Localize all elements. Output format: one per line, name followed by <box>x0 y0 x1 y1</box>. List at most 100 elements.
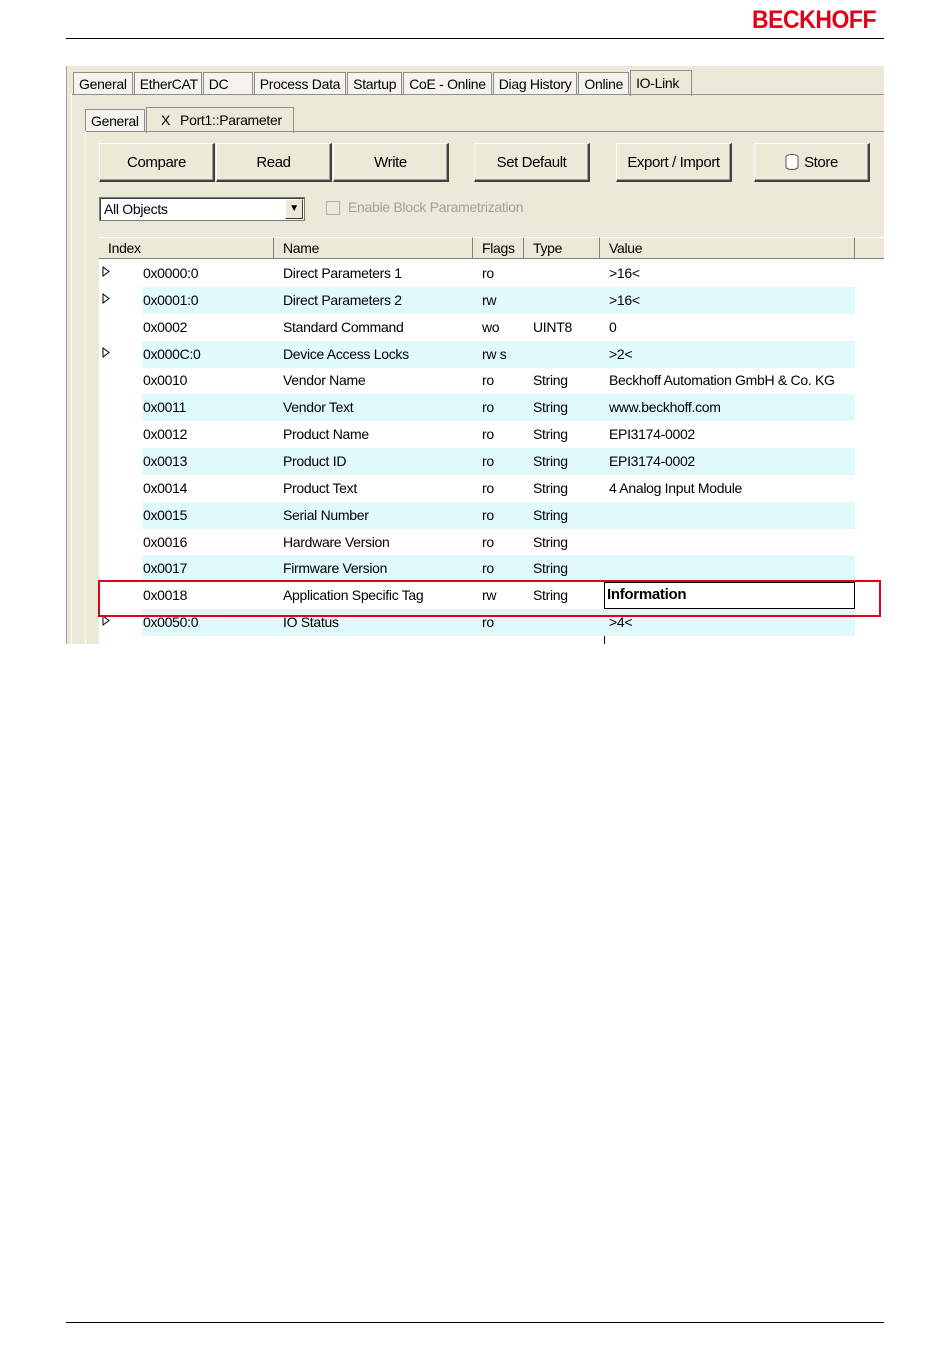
read-button[interactable]: Read <box>216 143 332 182</box>
cell-name: Direct Parameters 1 <box>283 265 402 281</box>
cell-index: 0x0014 <box>143 479 188 496</box>
compare-button-label: Compare <box>127 153 186 171</box>
expand-arrow-icon[interactable] <box>102 346 110 358</box>
cell-flags: ro <box>482 506 494 523</box>
close-tab-icon[interactable]: X <box>161 112 170 128</box>
expand-arrow-icon[interactable] <box>102 292 110 304</box>
cell-name: Firmware Version <box>283 560 388 577</box>
cell-index: 0x0017 <box>143 560 188 577</box>
cell-flags: ro <box>482 452 494 469</box>
cell-flags: ro <box>482 372 494 389</box>
cell-value: 4 Analog Input Module <box>609 479 743 496</box>
cell-index: 0x0013 <box>143 452 188 469</box>
row-band <box>142 501 855 529</box>
table-row[interactable]: 0x0014 Product Text ro String 4 Analog Input… <box>99 475 884 502</box>
chevron-down-icon[interactable]: ▼ <box>285 199 303 219</box>
cell-type: String <box>533 533 568 550</box>
tab-online[interactable]: Online <box>578 72 630 95</box>
tab-general[interactable]: General <box>73 72 133 95</box>
outer-tab-strip: General EtherCAT DC Process Data Startup… <box>73 69 693 96</box>
tab-io-link[interactable]: IO-Link <box>630 70 693 96</box>
compare-button[interactable]: Compare <box>99 143 215 182</box>
cell-name: Product Text <box>283 479 357 496</box>
outer-panel-edge <box>71 94 72 644</box>
enable-block-parametrization-label: Enable Block Parametrization <box>348 199 524 215</box>
cell-value: 0 <box>609 318 617 335</box>
cell-name: Direct Parameters 2 <box>283 291 402 308</box>
column-header-flags[interactable]: Flags <box>473 237 524 259</box>
table-row[interactable]: 0x0016 Hardware Version ro String <box>99 529 884 556</box>
cell-type: String <box>533 452 568 469</box>
cell-flags: rw s <box>482 345 507 362</box>
cell-index: 0x0012 <box>143 426 188 443</box>
row-band <box>142 447 855 475</box>
cell-value: >2< <box>609 345 633 362</box>
store-button-label: Store <box>804 153 838 171</box>
cell-index: 0x0001:0 <box>143 291 199 308</box>
table-row[interactable]: 0x000C:0 Device Access Locks rw s >2< <box>99 340 884 368</box>
row-band <box>142 555 855 583</box>
cell-index: 0x0016 <box>143 533 188 550</box>
cell-flags: wo <box>482 318 500 335</box>
export-import-button[interactable]: Export / Import <box>616 143 732 182</box>
table-row[interactable]: 0x0002 Standard Command wo UINT8 0 <box>99 314 884 341</box>
tab-diag-history[interactable]: Diag History <box>492 72 578 95</box>
cell-type: String <box>533 426 568 443</box>
tab-process-data[interactable]: Process Data <box>253 72 347 95</box>
cell-type: String <box>533 560 568 577</box>
write-button-label: Write <box>374 153 407 171</box>
set-default-button-label: Set Default <box>496 153 567 171</box>
table-row[interactable]: 0x0011 Vendor Text ro String www.beckhoff.co… <box>99 394 884 422</box>
column-header-value[interactable]: Value <box>600 237 855 259</box>
footer-rule <box>66 1322 884 1323</box>
table-row[interactable]: 0x0015 Serial Number ro String <box>99 501 884 529</box>
cell-flags: ro <box>482 399 494 416</box>
tab-coe-online[interactable]: CoE - Online <box>403 72 492 95</box>
cell-flags: ro <box>482 426 494 443</box>
tab-startup[interactable]: Startup <box>347 72 403 95</box>
cell-value: www.beckhoff.com <box>609 399 721 416</box>
table-row[interactable]: 0x0013 Product ID ro String EPI3174-0002 <box>99 447 884 475</box>
cell-name: Vendor Name <box>283 372 366 389</box>
cell-type: String <box>533 479 568 496</box>
database-icon <box>785 154 799 170</box>
cell-value: >16< <box>609 265 640 281</box>
tab-ethercat[interactable]: EtherCAT <box>133 72 202 95</box>
cell-index: 0x0002 <box>143 318 188 335</box>
cell-value: Beckhoff Automation GmbH & Co. KG <box>609 372 835 389</box>
store-button[interactable]: Store <box>754 143 870 182</box>
table-row[interactable]: 0x0017 Firmware Version ro String <box>99 555 884 583</box>
cell-name: Product Name <box>283 426 369 443</box>
inner-tab-strip: General X Port1::Parameter <box>85 104 295 133</box>
cell-type: String <box>533 372 568 389</box>
tab-port1-parameter-label: Port1::Parameter <box>180 112 282 128</box>
tab-port1-parameter[interactable]: X Port1::Parameter <box>146 107 294 133</box>
column-header-index[interactable]: Index <box>99 237 274 259</box>
table-row[interactable]: 0x0012 Product Name ro String EPI3174-0002 <box>99 421 884 448</box>
cell-value: >16< <box>609 291 640 308</box>
outer-tab-divider <box>71 94 884 95</box>
object-filter-select[interactable]: All Objects ▼ <box>99 197 305 221</box>
cell-name: Standard Command <box>283 318 404 335</box>
table-row[interactable]: 0x0010 Vendor Name ro String Beckhoff Automa… <box>99 367 884 394</box>
export-import-button-label: Export / Import <box>627 153 720 171</box>
highlight-frame <box>98 580 881 617</box>
cell-flags: rw <box>482 291 497 308</box>
header-rule <box>66 38 884 39</box>
tab-port-general[interactable]: General <box>85 109 145 132</box>
cell-index: 0x0000:0 <box>143 265 199 281</box>
cell-flags: ro <box>482 560 494 577</box>
enable-block-parametrization-checkbox[interactable] <box>326 201 340 215</box>
cell-name: Hardware Version <box>283 533 390 550</box>
object-filter-value: All Objects <box>104 201 168 217</box>
table-row[interactable]: 0x0000:0 Direct Parameters 1 ro >16< <box>99 260 884 287</box>
column-header-type[interactable]: Type <box>524 237 600 259</box>
write-button[interactable]: Write <box>333 143 449 182</box>
cell-name: Vendor Text <box>283 399 354 416</box>
table-row[interactable]: 0x0001:0 Direct Parameters 2 rw >16< <box>99 286 884 314</box>
edit-caret <box>604 636 605 644</box>
column-header-name[interactable]: Name <box>274 237 473 259</box>
expand-arrow-icon[interactable] <box>102 266 110 277</box>
tab-dc[interactable]: DC <box>202 72 253 95</box>
set-default-button[interactable]: Set Default <box>474 143 590 182</box>
